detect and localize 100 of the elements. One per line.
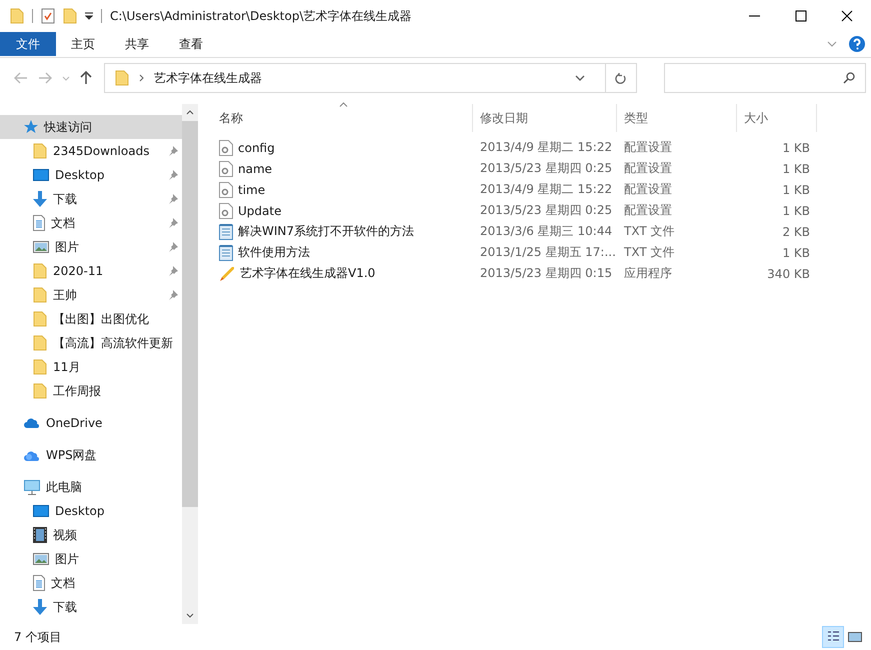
sidebar-item[interactable]: 【高流】高流软件更新 [0, 331, 182, 355]
sidebar-item[interactable]: 下载 [0, 187, 182, 211]
sidebar-item[interactable]: Desktop [0, 163, 182, 187]
new-folder-icon[interactable] [63, 8, 77, 24]
address-bar[interactable]: 艺术字体在线生成器 [104, 63, 637, 93]
help-icon[interactable] [849, 36, 865, 52]
sidebar-label: 王帅 [53, 286, 77, 304]
ribbon-tab[interactable]: 文件 [0, 32, 56, 56]
file-name[interactable]: name [238, 162, 272, 176]
file-name[interactable]: 解决WIN7系统打不开软件的方法 [238, 223, 414, 240]
image-icon [33, 241, 49, 253]
table-cell-text: 2013/5/23 星期四 0:25 [479, 160, 614, 177]
details-view-icon[interactable] [823, 627, 843, 647]
sidebar-label: 工作周报 [53, 382, 101, 400]
table-cell-text: TXT 文件 [623, 223, 676, 240]
column-header[interactable]: 修改日期 [473, 104, 617, 132]
scroll-down-icon[interactable] [186, 613, 194, 618]
folder-icon [33, 311, 47, 327]
file-name[interactable]: 软件使用方法 [238, 244, 310, 261]
ribbon-tab[interactable]: 查看 [164, 32, 218, 56]
folder-icon [33, 359, 47, 375]
sidebar-item[interactable]: 此电脑 [0, 475, 182, 499]
pin-icon[interactable] [168, 194, 178, 204]
file-name[interactable]: Update [238, 204, 282, 218]
pin-icon[interactable] [168, 266, 178, 276]
maximize-icon[interactable] [795, 10, 807, 22]
refresh-icon[interactable] [615, 72, 627, 84]
pin-icon[interactable] [168, 242, 178, 252]
sidebar-label: 下载 [53, 598, 77, 616]
sidebar-item[interactable]: 11月 [0, 355, 182, 379]
sidebar-item[interactable]: 2020-11 [0, 259, 182, 283]
sidebar-label: 下载 [53, 190, 77, 208]
sidebar-item[interactable]: 【出图】出图优化 [0, 307, 182, 331]
table-cell-text: 2 KB [781, 224, 810, 238]
sidebar-item[interactable]: WPS网盘 [0, 443, 182, 467]
table-cell-text: 340 KB [766, 266, 810, 280]
pin-icon[interactable] [168, 170, 178, 180]
table-cell-text: 配置设置 [623, 181, 673, 198]
table-cell-text: TXT 文件 [623, 244, 676, 261]
film-icon [33, 527, 47, 543]
sidebar-item[interactable]: 图片 [0, 235, 182, 259]
settings-file-icon [219, 140, 233, 156]
column-header[interactable]: 名称 [219, 104, 473, 132]
sidebar-item[interactable]: 视频 [0, 523, 182, 547]
column-header[interactable]: 类型 [617, 104, 737, 132]
sidebar-label: Desktop [55, 168, 104, 182]
pin-icon[interactable] [168, 218, 178, 228]
pin-icon[interactable] [168, 146, 178, 156]
close-icon[interactable] [841, 10, 853, 22]
sidebar-item[interactable]: 下载 [0, 595, 182, 619]
chevron-icon[interactable] [827, 41, 837, 47]
document-icon [33, 215, 45, 231]
sidebar-item[interactable]: Desktop [0, 499, 182, 523]
file-name[interactable]: 艺术字体在线生成器V1.0 [240, 265, 376, 282]
dropdown-icon[interactable] [85, 12, 93, 20]
table-cell-text: 2013/3/6 星期三 10:44 [479, 223, 614, 240]
sidebar-item[interactable]: 工作周报 [0, 379, 182, 403]
breadcrumb[interactable]: 艺术字体在线生成器 [154, 70, 262, 86]
sidebar-item[interactable]: 文档 [0, 571, 182, 595]
sidebar-item[interactable]: 图片 [0, 547, 182, 571]
search-field[interactable] [664, 63, 866, 93]
settings-file-icon [219, 160, 233, 176]
table-cell-text: 配置设置 [623, 202, 673, 219]
sidebar-label: WPS网盘 [46, 446, 97, 464]
back-arrow-icon[interactable] [14, 72, 28, 84]
search-icon [843, 72, 855, 84]
properties-icon[interactable] [41, 8, 55, 24]
sidebar-item[interactable]: 文档 [0, 211, 182, 235]
forward-arrow-icon[interactable] [38, 72, 52, 84]
sidebar-label: 文档 [51, 574, 75, 592]
file-name[interactable]: config [238, 140, 275, 154]
column-header[interactable]: 大小 [737, 104, 817, 132]
sidebar-item[interactable]: OneDrive [0, 411, 182, 435]
item-count: 7 个项目 [14, 628, 62, 646]
sidebar-label: 快速访问 [44, 118, 92, 136]
table-cell-text: 2013/5/23 星期四 0:25 [479, 202, 614, 219]
settings-file-icon [219, 202, 233, 218]
pin-icon[interactable] [168, 290, 178, 300]
scrollbar[interactable] [182, 104, 198, 624]
table-cell-text: 1 KB [781, 182, 810, 196]
sidebar-item[interactable]: 2345Downloads [0, 139, 182, 163]
notepad-icon [219, 224, 233, 240]
file-name[interactable]: time [238, 182, 266, 196]
sidebar-label: 图片 [55, 550, 79, 568]
ribbon-tab[interactable]: 共享 [110, 32, 164, 56]
cloud-icon [24, 450, 40, 460]
scroll-up-icon[interactable] [186, 110, 194, 115]
table-cell-text: 1 KB [781, 140, 810, 154]
ribbon-tab[interactable]: 主页 [56, 32, 110, 56]
chevron-icon[interactable] [62, 76, 70, 80]
folder-icon [33, 263, 47, 279]
up-arrow-icon[interactable] [80, 71, 92, 85]
sidebar-item[interactable]: 王帅 [0, 283, 182, 307]
desktop-icon [33, 169, 49, 181]
sidebar-item[interactable]: 快速访问 [0, 115, 182, 139]
download-arrow-icon [33, 599, 47, 615]
monitor-icon [24, 480, 40, 494]
settings-file-icon [219, 182, 233, 198]
folder-icon[interactable] [10, 8, 24, 24]
chevron-down-icon[interactable] [575, 75, 585, 81]
